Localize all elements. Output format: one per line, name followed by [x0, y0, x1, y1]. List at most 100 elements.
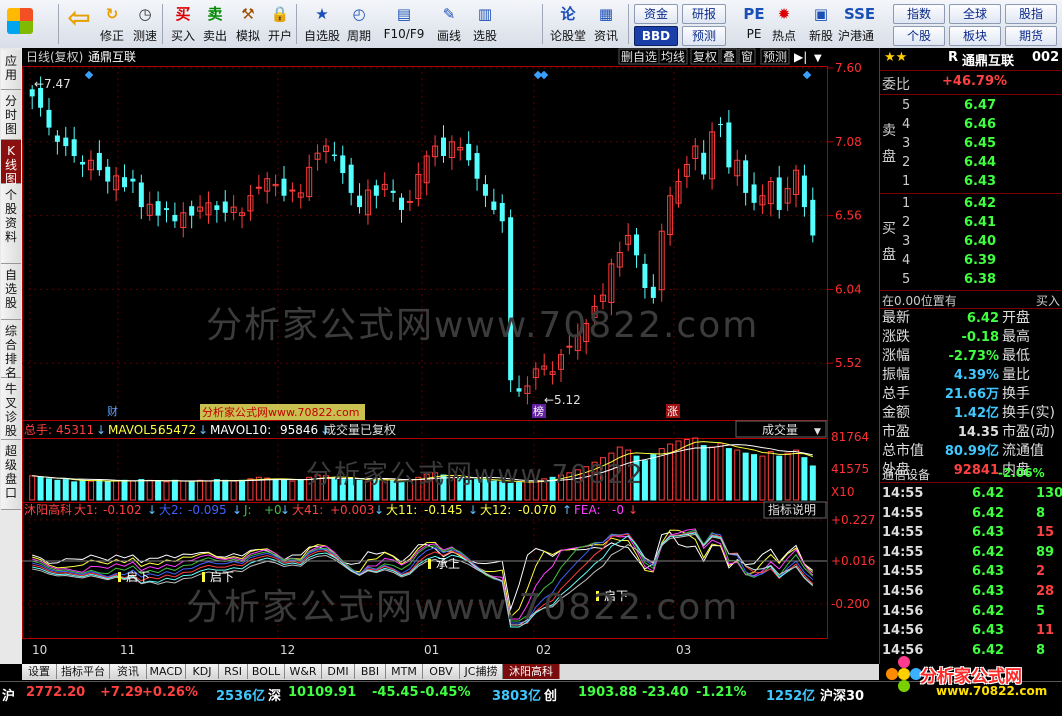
candle-body — [642, 263, 648, 288]
bid-row[interactable]: 5 6.38 — [880, 270, 1062, 290]
toolbar-windows-logo-button[interactable] — [4, 2, 36, 46]
ask-price: 6.45 — [964, 136, 997, 151]
play-arrow-icon[interactable]: ▶| — [794, 50, 807, 64]
toolbar-hot-button[interactable]: ✹ 热点 — [768, 2, 800, 46]
kline-chart-area[interactable]: 7.60 7.08 6.56 6.04 5.52 10 11 12 01 02 03 日线(复权) 通鼎… — [22, 48, 879, 664]
indicator-tab[interactable]: MACD — [147, 664, 186, 679]
left-tab-label: 牛叉诊股 — [4, 382, 17, 438]
toolbar-market-0-0-button[interactable]: 指数 — [893, 4, 945, 24]
volume-bar — [281, 479, 288, 501]
indicator-tab[interactable]: BBI — [355, 664, 386, 679]
bid-row[interactable]: 3 6.40 — [880, 232, 1062, 252]
ask-row[interactable]: 3 6.45 — [880, 134, 1062, 154]
toolbar-pencil-button[interactable]: ✎ 画线 — [432, 2, 466, 46]
toolbar-market-1-1-button[interactable]: 板块 — [949, 26, 1001, 46]
chart-bg — [22, 48, 879, 664]
toolbar-buy-button[interactable]: 买买入 — [168, 2, 198, 46]
volume-legend-text: MAVOL5: — [108, 423, 162, 437]
toolbar-clock-button[interactable]: ◷ 测速 — [128, 2, 162, 46]
volume-bar — [71, 481, 78, 501]
left-tab-7[interactable]: 超级盘口 — [1, 440, 21, 510]
toolbar-lock-button[interactable]: 🔒 开户 — [264, 2, 296, 46]
toolbar-forum-button[interactable]: 论论股堂 — [548, 2, 588, 46]
toolbar-star-list-button[interactable]: ★ 自选股 — [302, 2, 342, 46]
bid-row[interactable]: 4 6.39 — [880, 251, 1062, 271]
status-sz-change: -45.45 — [372, 685, 419, 700]
candle-body — [440, 137, 446, 156]
indicator-tab[interactable]: DMI — [322, 664, 355, 679]
toolbar-bbd-button[interactable]: BBD — [634, 26, 678, 46]
toolbar-研报-button[interactable]: 研报 — [682, 4, 726, 24]
toolbar-period-button[interactable]: ◴ 周期 — [342, 2, 376, 46]
toolbar-market-0-1-button[interactable]: 全球 — [949, 4, 1001, 24]
toolbar-hammer-button[interactable]: ⚒ 模拟 — [232, 2, 264, 46]
left-tab-2[interactable]: K线图 — [1, 140, 21, 186]
chart-header-button[interactable]: 窗 — [738, 48, 756, 65]
left-tab-3[interactable]: 个股资料 — [1, 184, 21, 264]
ask-row[interactable]: 2 6.44 — [880, 153, 1062, 173]
watermark-badge-text: 分析家公式网www.70822.com — [202, 405, 359, 419]
indicator-help-button[interactable]: 指标说明 — [763, 501, 827, 519]
chevron-down-icon[interactable]: ▼ — [814, 53, 822, 64]
sell-icon: 卖 — [207, 5, 223, 23]
indicator-tab[interactable]: JC捕捞 — [460, 664, 503, 679]
toolbar-select-stock-button[interactable]: ▥ 选股 — [466, 2, 504, 46]
left-tab-6[interactable]: 牛叉诊股 — [1, 378, 21, 440]
candle-body — [189, 206, 195, 216]
position-text: 在0.00位置有 — [882, 294, 957, 308]
indicator-tab[interactable]: 指标平台 — [57, 664, 110, 679]
toolbar-back-arrow-button[interactable]: ⇦ — [62, 2, 96, 46]
indicator-item-value: -0 — [612, 503, 624, 517]
indicator-item-label: 大1: — [74, 503, 98, 517]
volume-selector[interactable]: 成交量 ▼ — [735, 420, 827, 438]
indicator-tab[interactable]: 沐阳高科 — [503, 664, 560, 679]
chart-header-button[interactable]: 叠 — [720, 48, 738, 65]
indicator-tab[interactable]: MTM — [386, 664, 423, 679]
left-tab-5[interactable]: 综合排名 — [1, 320, 21, 380]
toolbar-sell-button[interactable]: 卖卖出 — [200, 2, 230, 46]
indicator-tab[interactable]: W&R — [285, 664, 322, 679]
candle-body — [357, 195, 363, 208]
chart-stock-name: 通鼎互联 — [88, 50, 136, 64]
indicator-tab[interactable]: 设置 — [22, 664, 57, 679]
indicator-tab[interactable]: RSI — [219, 664, 248, 679]
ask-price: 6.44 — [964, 155, 997, 170]
toolbar-refresh-button[interactable]: ↻ 修正 — [96, 2, 128, 46]
ask-row[interactable]: 1 6.43 — [880, 172, 1062, 192]
toolbar-market-0-2-button[interactable]: 股指 — [1005, 4, 1057, 24]
ask-row[interactable]: 4 6.46 — [880, 115, 1062, 135]
chart-header-button[interactable]: 预测 — [760, 48, 790, 65]
candle-body — [516, 388, 522, 392]
left-tab-4[interactable]: 自选股 — [1, 264, 21, 320]
bid-row[interactable]: 1 6.42 — [880, 194, 1062, 214]
indicator-tab[interactable]: KDJ — [186, 664, 219, 679]
ask-row[interactable]: 5 6.47 — [880, 96, 1062, 116]
bid-row[interactable]: 2 6.41 — [880, 213, 1062, 233]
candle-body — [96, 152, 102, 171]
toolbar-market-1-2-button[interactable]: 期货 — [1005, 26, 1057, 46]
tick-price: 6.42 — [972, 544, 1005, 560]
event-badge[interactable]: 榜 — [532, 404, 546, 418]
tick-time: 14:55 — [882, 564, 924, 580]
chart-header-button[interactable]: 删自选 — [618, 48, 660, 65]
chart-header-button[interactable]: 均线 — [658, 48, 688, 65]
toolbar-new-stock-button[interactable]: ▣ 新股 — [804, 2, 838, 46]
toolbar-预测-button[interactable]: 预测 — [682, 26, 726, 46]
stat-row: 市盈 14.35 市盈(动) — [880, 423, 1062, 442]
toolbar-f10-button[interactable]: ▤ F10/F9 — [376, 2, 432, 46]
toolbar-资金-button[interactable]: 资金 — [634, 4, 678, 24]
event-badge[interactable]: 财 — [106, 404, 120, 418]
indicator-tab[interactable]: 资讯 — [110, 664, 147, 679]
toolbar-market-1-0-button[interactable]: 个股 — [893, 26, 945, 46]
toolbar-label: 修正 — [99, 29, 124, 43]
indicator-tab[interactable]: OBV — [423, 664, 460, 679]
ask-price: 6.47 — [964, 98, 997, 113]
left-tab-label: K线图 — [4, 144, 17, 186]
event-badge[interactable]: 涨 — [666, 404, 680, 418]
chart-header-button[interactable]: 复权 — [690, 48, 720, 65]
left-tab-1[interactable]: 分时图 — [1, 90, 21, 140]
toolbar-news-button[interactable]: ▦ 资讯 — [588, 2, 624, 46]
left-tab-0[interactable]: 应用 — [1, 50, 21, 90]
toolbar-sse-hk-button[interactable]: SSE 沪港通 — [838, 2, 875, 46]
indicator-tab[interactable]: BOLL — [248, 664, 285, 679]
